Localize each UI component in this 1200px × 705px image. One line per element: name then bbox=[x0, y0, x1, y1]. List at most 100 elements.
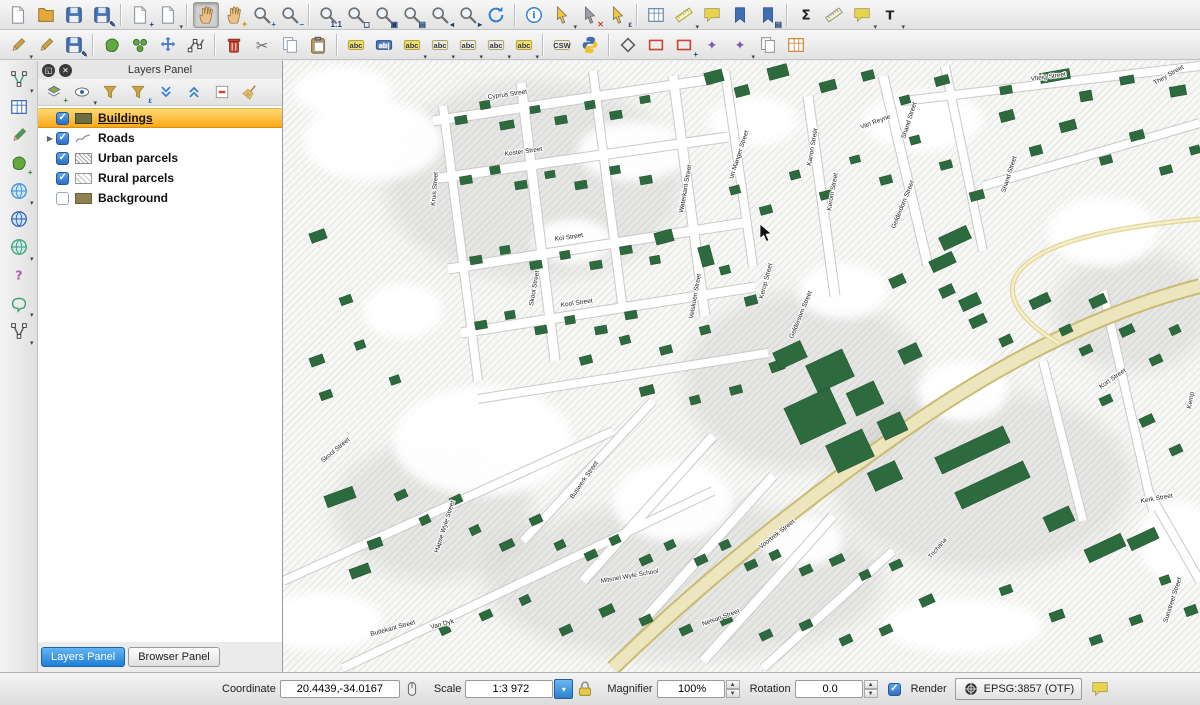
add-feature-button[interactable] bbox=[99, 32, 125, 58]
clear-legend-button[interactable] bbox=[237, 80, 263, 104]
project-save-as-button[interactable]: ✎ bbox=[89, 2, 115, 28]
new-composer-button[interactable]: + bbox=[127, 2, 153, 28]
layer-row-background[interactable]: Background bbox=[38, 188, 282, 208]
manage-visibility-button[interactable]: ▾ bbox=[69, 80, 95, 104]
toggle-editing-button[interactable] bbox=[33, 32, 59, 58]
select-by-polygon-button[interactable]: ▾ bbox=[6, 290, 32, 316]
zoom-native-button[interactable]: 1:1 bbox=[315, 2, 341, 28]
collapse-all-button[interactable] bbox=[181, 80, 207, 104]
copy-view-button[interactable] bbox=[755, 32, 781, 58]
map-tips-button[interactable] bbox=[699, 2, 725, 28]
measure-angle-button[interactable] bbox=[821, 2, 847, 28]
magnifier-input[interactable] bbox=[657, 680, 725, 698]
new-bookmark-button[interactable] bbox=[727, 2, 753, 28]
select-features-button[interactable]: ▾ bbox=[549, 2, 575, 28]
scale-lock-button[interactable] bbox=[575, 679, 595, 699]
tab-browser-panel[interactable]: Browser Panel bbox=[128, 647, 220, 667]
pan-map-button[interactable] bbox=[193, 2, 219, 28]
zoom-to-layer-button[interactable]: ▤ bbox=[399, 2, 425, 28]
rotation-down-button[interactable]: ▼ bbox=[864, 689, 878, 698]
open-attribute-table-button[interactable] bbox=[643, 2, 669, 28]
project-open-button[interactable] bbox=[33, 2, 59, 28]
zoom-full-button[interactable]: ◻ bbox=[343, 2, 369, 28]
csw-search-button[interactable]: CSW bbox=[549, 32, 575, 58]
extents-toggle-button[interactable] bbox=[402, 679, 422, 699]
add-postgis-layer-button[interactable]: ▾ bbox=[6, 234, 32, 260]
label-properties-button[interactable]: abc▾ bbox=[511, 32, 537, 58]
log-messages-button[interactable] bbox=[1090, 679, 1110, 699]
layer-visibility-checkbox[interactable] bbox=[56, 192, 69, 205]
node-tool-button[interactable] bbox=[183, 32, 209, 58]
layer-row-buildings[interactable]: Buildings bbox=[38, 108, 282, 128]
vector-digitize-button[interactable]: ▾ bbox=[6, 66, 32, 92]
label-toolbar-abc-button[interactable]: abc bbox=[343, 32, 369, 58]
annotation-button[interactable]: ▾ bbox=[849, 2, 875, 28]
layer-row-roads[interactable]: ▶Roads bbox=[38, 128, 282, 148]
save-layer-edits-button[interactable]: ✎ bbox=[61, 32, 87, 58]
project-new-button[interactable] bbox=[5, 2, 31, 28]
delete-selected-button[interactable] bbox=[221, 32, 247, 58]
select-by-expression-button[interactable]: ε bbox=[605, 2, 631, 28]
remove-layer-button[interactable] bbox=[209, 80, 235, 104]
filter-legend-button[interactable] bbox=[97, 80, 123, 104]
zoom-to-selection-button[interactable]: ▣ bbox=[371, 2, 397, 28]
python-console-button[interactable] bbox=[577, 32, 603, 58]
map-canvas[interactable]: Cyprus StreetKoster StreetKol StreetKool… bbox=[283, 61, 1200, 672]
deselect-features-button[interactable]: ✕ bbox=[577, 2, 603, 28]
magnifier-down-button[interactable]: ▼ bbox=[726, 689, 740, 698]
add-circular-string-button[interactable] bbox=[127, 32, 153, 58]
layer-visibility-checkbox[interactable] bbox=[56, 152, 69, 165]
pan-to-selection-button[interactable]: ✦ bbox=[221, 2, 247, 28]
zoom-in-button[interactable]: + bbox=[249, 2, 275, 28]
map-refresh-button[interactable] bbox=[483, 2, 509, 28]
sketch-tool-button[interactable] bbox=[699, 32, 725, 58]
current-edits-button[interactable]: ▾ bbox=[5, 32, 31, 58]
red-rectangle-plus-button[interactable]: + bbox=[671, 32, 697, 58]
add-db-layer-button[interactable] bbox=[6, 206, 32, 232]
paste-features-button[interactable] bbox=[305, 32, 331, 58]
copy-features-button[interactable] bbox=[277, 32, 303, 58]
tab-layers-panel[interactable]: Layers Panel bbox=[41, 647, 125, 667]
crs-status-button[interactable]: EPSG:3857 (OTF) bbox=[955, 678, 1082, 700]
label-rotate-button[interactable]: abc▾ bbox=[455, 32, 481, 58]
render-checkbox[interactable] bbox=[888, 683, 901, 696]
red-rectangle-button[interactable] bbox=[643, 32, 669, 58]
layer-row-rural-parcels[interactable]: Rural parcels bbox=[38, 168, 282, 188]
zoom-next-button[interactable]: ▸ bbox=[455, 2, 481, 28]
coordinate-capture-button[interactable] bbox=[6, 262, 32, 288]
render-toggle[interactable]: Render bbox=[888, 683, 947, 696]
coordinate-input[interactable] bbox=[280, 680, 400, 698]
text-annotation-button[interactable]: ▾ bbox=[877, 2, 903, 28]
layer-visibility-checkbox[interactable] bbox=[56, 112, 69, 125]
grid-tool-button[interactable] bbox=[783, 32, 809, 58]
rotation-up-button[interactable]: ▲ bbox=[864, 680, 878, 689]
edit-line-button[interactable] bbox=[6, 122, 32, 148]
measure-button[interactable]: ▾ bbox=[671, 2, 697, 28]
label-show-hide-button[interactable]: abc▾ bbox=[399, 32, 425, 58]
layer-row-urban-parcels[interactable]: Urban parcels bbox=[38, 148, 282, 168]
touch-tool-button[interactable] bbox=[615, 32, 641, 58]
topology-checker-button[interactable]: ▾ bbox=[6, 318, 32, 344]
layer-expander-icon[interactable]: ▶ bbox=[44, 134, 56, 143]
show-bookmarks-button[interactable]: ▤ bbox=[755, 2, 781, 28]
checker-style-button[interactable] bbox=[6, 94, 32, 120]
label-pin-button[interactable]: ab| bbox=[371, 32, 397, 58]
expand-all-button[interactable] bbox=[153, 80, 179, 104]
zoom-last-button[interactable]: ◂ bbox=[427, 2, 453, 28]
move-feature-button[interactable] bbox=[155, 32, 181, 58]
label-change-button[interactable]: abc▾ bbox=[483, 32, 509, 58]
composer-manager-button[interactable]: ▾ bbox=[155, 2, 181, 28]
layer-visibility-checkbox[interactable] bbox=[56, 132, 69, 145]
statistical-summary-button[interactable] bbox=[793, 2, 819, 28]
cut-features-button[interactable] bbox=[249, 32, 275, 58]
scale-input[interactable] bbox=[465, 680, 553, 698]
label-move-button[interactable]: abc▾ bbox=[427, 32, 453, 58]
layer-visibility-checkbox[interactable] bbox=[56, 172, 69, 185]
project-save-button[interactable] bbox=[61, 2, 87, 28]
zoom-out-button[interactable]: − bbox=[277, 2, 303, 28]
rotation-input[interactable] bbox=[795, 680, 863, 698]
panel-close-button[interactable]: ✕ bbox=[59, 64, 72, 77]
sketch-tool-alt-button[interactable]: ▾ bbox=[727, 32, 753, 58]
new-shapefile-button[interactable]: + bbox=[6, 150, 32, 176]
add-group-button[interactable]: + bbox=[41, 80, 67, 104]
